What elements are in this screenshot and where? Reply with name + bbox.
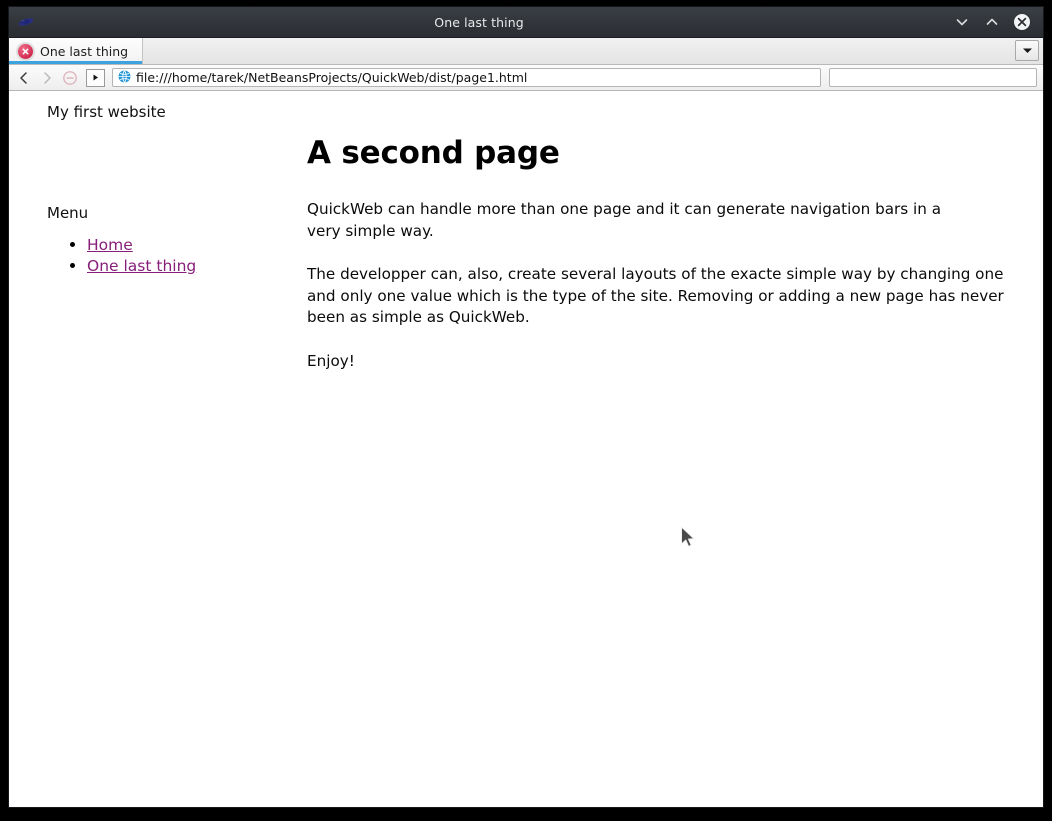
globe-icon <box>118 69 131 86</box>
main-content: A second page QuickWeb can handle more t… <box>307 135 1007 372</box>
minimize-button[interactable] <box>949 9 975 35</box>
chevron-down-icon <box>1022 48 1032 53</box>
url-text: file:///home/tarek/NetBeansProjects/Quic… <box>136 70 528 85</box>
search-bar[interactable] <box>829 68 1037 87</box>
tab-strip-empty-area <box>143 38 1015 64</box>
close-circle-icon <box>1014 14 1030 30</box>
tab-one-last-thing[interactable]: One last thing <box>9 38 144 64</box>
tab-list-button[interactable] <box>1015 40 1039 61</box>
maximize-button[interactable] <box>979 9 1005 35</box>
back-button[interactable] <box>14 68 34 88</box>
site-title: My first website <box>47 103 166 121</box>
menu-heading: Menu <box>47 204 89 222</box>
chevron-right-icon <box>44 71 51 84</box>
list-item: Home <box>87 235 277 254</box>
stop-button[interactable] <box>60 68 80 88</box>
menu-link-home[interactable]: Home <box>87 236 133 254</box>
play-triangle-icon <box>93 74 98 81</box>
sidebar-menu: Menu Home One last thing <box>47 204 277 277</box>
go-button[interactable] <box>86 68 105 87</box>
tab-label: One last thing <box>40 43 129 59</box>
navigation-bar: file:///home/tarek/NetBeansProjects/Quic… <box>9 65 1043 91</box>
page-viewport: My first website Menu Home One last thin… <box>9 91 1043 807</box>
list-item: One last thing <box>87 256 277 275</box>
chevron-up-icon <box>986 18 998 25</box>
page-error-icon <box>18 43 33 59</box>
stop-circle-icon <box>63 70 77 85</box>
menu-list: Home One last thing <box>47 235 277 275</box>
url-bar[interactable]: file:///home/tarek/NetBeansProjects/Quic… <box>112 68 821 87</box>
chevron-left-icon <box>20 71 27 84</box>
forward-button[interactable] <box>37 68 57 88</box>
arrow-pointer-icon <box>680 525 696 550</box>
window-title: One last thing <box>434 14 524 30</box>
paragraph-2: The developper can, also, create several… <box>307 265 1004 327</box>
paragraph-3: Enjoy! <box>307 351 355 370</box>
tab-strip: One last thing <box>9 38 1043 65</box>
menu-link-one-last-thing[interactable]: One last thing <box>87 257 196 275</box>
app-bird-icon <box>17 14 35 30</box>
paragraph-1: QuickWeb can handle more than one page a… <box>307 200 942 240</box>
browser-window: One last thing One last thing file:///ho… <box>8 6 1044 808</box>
page-title: A second page <box>307 135 560 171</box>
chevron-down-icon <box>956 19 968 26</box>
close-button[interactable] <box>1009 9 1035 35</box>
title-bar: One last thing <box>9 7 1043 38</box>
